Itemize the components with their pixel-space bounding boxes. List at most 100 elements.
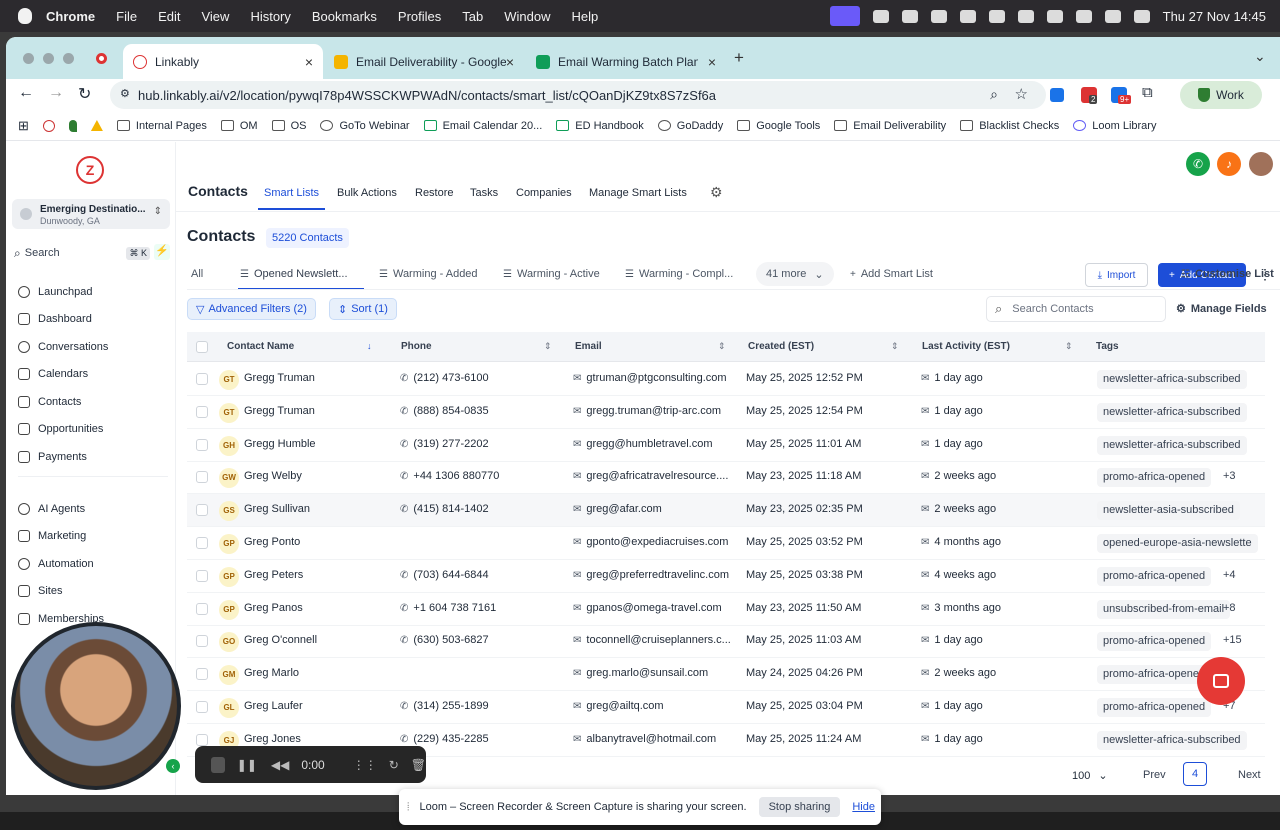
apps-grid-icon[interactable]: ⊞ (18, 118, 29, 134)
col-email[interactable]: Email (575, 341, 602, 352)
site-info-icon[interactable]: ⚙ (120, 87, 130, 100)
bookmark-om[interactable]: OM (220, 120, 258, 132)
tag-badge[interactable]: newsletter-africa-subscribed (1097, 730, 1247, 750)
tab-email-deliverability[interactable]: Email Deliverability - Google D × (324, 44, 524, 79)
table-row[interactable]: GH Gregg Humble ✆ (319) 277-2202 ✉ gregg@humb… (187, 429, 1265, 462)
tab-restore[interactable]: Restore (415, 187, 454, 199)
sort-icon[interactable]: ⇕ (544, 341, 552, 352)
tab-tasks[interactable]: Tasks (470, 187, 498, 199)
tab-linkably[interactable]: Linkably × (123, 44, 323, 79)
profile-button[interactable]: Work (1180, 81, 1262, 109)
tag-badge[interactable]: promo-africa-opened (1097, 632, 1212, 652)
row-checkbox[interactable] (196, 438, 208, 451)
contact-name[interactable]: Greg Panos (244, 602, 303, 614)
email-cell[interactable]: ✉ greg@preferredtravelinc.com (573, 569, 743, 581)
quick-action-icon[interactable]: ⚡ (154, 244, 170, 260)
clock[interactable]: Thu 27 Nov 14:45 (1163, 9, 1266, 24)
menu-profiles[interactable]: Profiles (398, 9, 441, 24)
sidebar-item-launchpad[interactable]: Launchpad (18, 286, 92, 298)
per-page-select[interactable]: 100 ⌄ (1072, 769, 1108, 783)
close-window-icon[interactable] (23, 53, 34, 64)
forward-icon[interactable]: → (48, 84, 64, 102)
more-lists-dropdown[interactable]: 41 more ⌄ (756, 262, 834, 286)
smart-list-warming-complete[interactable]: ☰ Warming - Compl... (625, 268, 733, 280)
zoom-window-icon[interactable] (63, 53, 74, 64)
bookmark-goto-webinar[interactable]: GoTo Webinar (320, 120, 410, 132)
import-button[interactable]: ⤓ Import (1085, 263, 1148, 287)
bookmark-google-tools[interactable]: Google Tools (737, 120, 820, 132)
bell-icon[interactable]: ♪ (1217, 152, 1241, 176)
restart-icon[interactable]: ↻ (389, 758, 399, 772)
tag-badge[interactable]: opened-europe-asia-newslette (1097, 534, 1258, 553)
row-checkbox[interactable] (196, 373, 208, 385)
minimize-window-icon[interactable] (43, 53, 54, 64)
email-cell[interactable]: ✉ greg@afar.com (573, 503, 743, 515)
sidebar-item-calendars[interactable]: Calendars (18, 368, 88, 380)
customise-list-button[interactable]: ☷ Customise List (1181, 268, 1274, 280)
bookmark-ed-handbook[interactable]: ED Handbook (556, 120, 644, 132)
manage-fields-button[interactable]: ⚙ Manage Fields (1176, 302, 1267, 316)
bookmark-email-deliverability[interactable]: Email Deliverability (834, 120, 946, 132)
row-checkbox[interactable] (196, 471, 208, 484)
phone-cell[interactable]: ✆ (630) 503-6827 (400, 634, 489, 646)
bookmark-internal-pages[interactable]: Internal Pages (116, 120, 207, 132)
text-icon[interactable] (988, 9, 1005, 23)
chat-widget-button[interactable] (1197, 657, 1245, 705)
close-icon[interactable]: × (506, 54, 514, 70)
drive-icon[interactable] (90, 120, 103, 131)
contact-name[interactable]: Greg Sullivan (244, 503, 310, 515)
extension-icon[interactable] (1050, 88, 1064, 102)
play-icon[interactable] (959, 9, 976, 23)
sidebar-search[interactable]: ⌕ Search ⌘ K ⚡ (14, 244, 170, 262)
location-switcher[interactable]: Emerging Destinatio... Dunwoody, GA ⇕ (12, 199, 170, 229)
rewind-icon[interactable]: ◀◀ (271, 758, 289, 772)
email-cell[interactable]: ✉ gponto@expediacruises.com (573, 536, 743, 548)
search-contacts-input[interactable]: ⌕ Search Contacts (986, 296, 1166, 322)
contact-name[interactable]: Greg Marlo (244, 667, 299, 679)
hide-link[interactable]: Hide (852, 801, 875, 813)
settings-gear-icon[interactable]: ⚙ (710, 184, 723, 201)
bookmark-blacklist-checks[interactable]: Blacklist Checks (960, 120, 1059, 132)
sort-desc-icon[interactable]: ↓ (367, 341, 372, 351)
sort-icon[interactable]: ⇕ (718, 341, 726, 352)
tag-badge[interactable]: newsletter-africa-subscribed (1097, 370, 1247, 389)
menu-bookmarks[interactable]: Bookmarks (312, 9, 377, 24)
tag-badge[interactable]: promo-africa-opened (1097, 698, 1212, 717)
current-page[interactable]: 4 (1183, 762, 1207, 786)
menu-history[interactable]: History (250, 9, 290, 24)
back-icon[interactable]: ← (18, 84, 34, 102)
email-cell[interactable]: ✉ greg@africatravelresource.... (573, 470, 743, 482)
advanced-filters-button[interactable]: ▽ Advanced Filters (2) (187, 298, 316, 320)
stop-sharing-button[interactable]: Stop sharing (758, 797, 841, 817)
sort-icon[interactable]: ⇕ (891, 341, 899, 352)
drag-handle-icon[interactable]: ⦙ (407, 801, 409, 814)
smart-list-warming-active[interactable]: ☰ Warming - Active (503, 268, 600, 280)
sidebar-item-contacts[interactable]: Contacts (18, 396, 81, 408)
email-cell[interactable]: ✉ gregg@humbletravel.com (573, 438, 743, 450)
user-avatar[interactable] (1249, 152, 1273, 176)
zoom-icon[interactable]: ⌕ (990, 86, 998, 103)
map-pin-icon[interactable] (68, 119, 77, 132)
table-row[interactable]: GT Gregg Truman ✆ (212) 473-6100 ✉ gtruman@pt… (187, 363, 1265, 396)
prev-page-button[interactable]: Prev (1143, 769, 1166, 781)
phone-cell[interactable]: ✆ (229) 435-2285 (400, 733, 489, 745)
phone-cell[interactable]: ✆ (888) 854-0835 (400, 405, 489, 417)
contact-name[interactable]: Greg Jones (244, 733, 301, 745)
more-tags-count[interactable]: +4 (1223, 569, 1236, 581)
wifi-icon[interactable] (1075, 9, 1092, 23)
trash-icon[interactable]: 🗑 (411, 758, 426, 772)
row-checkbox[interactable] (196, 537, 208, 549)
status-icon[interactable] (901, 9, 918, 23)
phone-cell[interactable]: ✆ (319) 277-2202 (400, 438, 489, 450)
email-cell[interactable]: ✉ greg.marlo@sunsail.com (573, 667, 743, 679)
tab-manage-smart-lists[interactable]: Manage Smart Lists (589, 187, 687, 199)
table-row[interactable]: GP Greg Ponto ✉ gponto@expediacruises.com Ma… (187, 527, 1265, 560)
table-row[interactable]: GP Greg Panos ✆ +1 604 738 7161 ✉ gpanos@omeg… (187, 593, 1265, 626)
bookmark-os[interactable]: OS (271, 120, 306, 132)
row-checkbox[interactable] (196, 668, 208, 681)
bookmark-favicon[interactable] (42, 119, 55, 132)
table-row[interactable]: GP Greg Peters ✆ (703) 644-6844 ✉ greg@prefer… (187, 560, 1265, 593)
email-cell[interactable]: ✉ albanytravel@hotmail.com (573, 733, 743, 745)
apple-icon[interactable] (18, 8, 32, 24)
phone-icon[interactable] (1017, 9, 1034, 23)
